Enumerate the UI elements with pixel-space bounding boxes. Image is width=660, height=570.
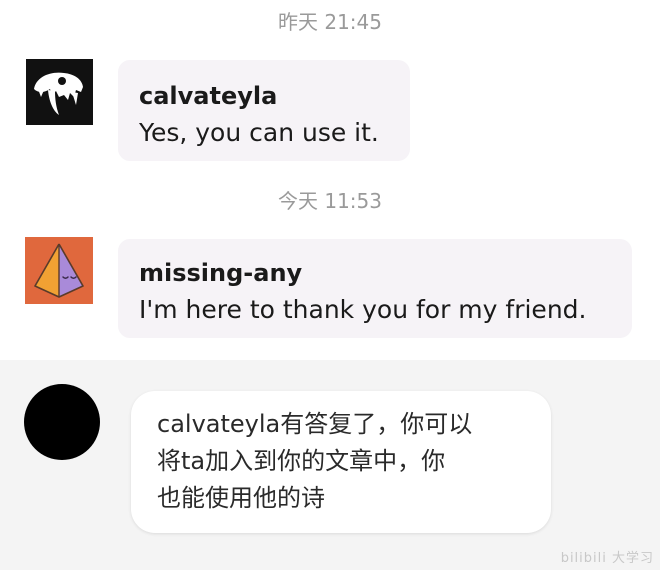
watermark: bilibili 大学习 (560, 551, 654, 566)
message-bubble: missing-any I'm here to thank you for my… (118, 239, 632, 338)
message-text: Yes, you can use it. (139, 118, 379, 147)
message-text: I'm here to thank you for my friend. (139, 295, 587, 324)
black-circle-avatar-icon (24, 384, 100, 460)
pyramid-icon (25, 237, 93, 304)
reply-line: 也能使用他的诗 (157, 484, 325, 512)
reply-text: calvateyla有答复了，你可以 将ta加入到你的文章中，你 也能使用他的诗 (157, 406, 537, 517)
avatar[interactable] (26, 59, 93, 125)
username[interactable]: missing-any (139, 259, 302, 287)
message-bubble: calvateyla Yes, you can use it. (118, 60, 410, 161)
reply-panel: calvateyla有答复了，你可以 将ta加入到你的文章中，你 也能使用他的诗 (0, 360, 660, 570)
reply-line: calvateyla有答复了，你可以 (157, 410, 473, 438)
username[interactable]: calvateyla (139, 82, 277, 110)
timestamp: 今天 11:53 (278, 189, 382, 213)
skull-icon (26, 59, 93, 125)
reply-line: 将ta加入到你的文章中，你 (157, 447, 446, 475)
avatar[interactable] (25, 237, 93, 304)
timestamp: 昨天 21:45 (278, 10, 382, 34)
reply-bubble: calvateyla有答复了，你可以 将ta加入到你的文章中，你 也能使用他的诗 (131, 391, 551, 533)
